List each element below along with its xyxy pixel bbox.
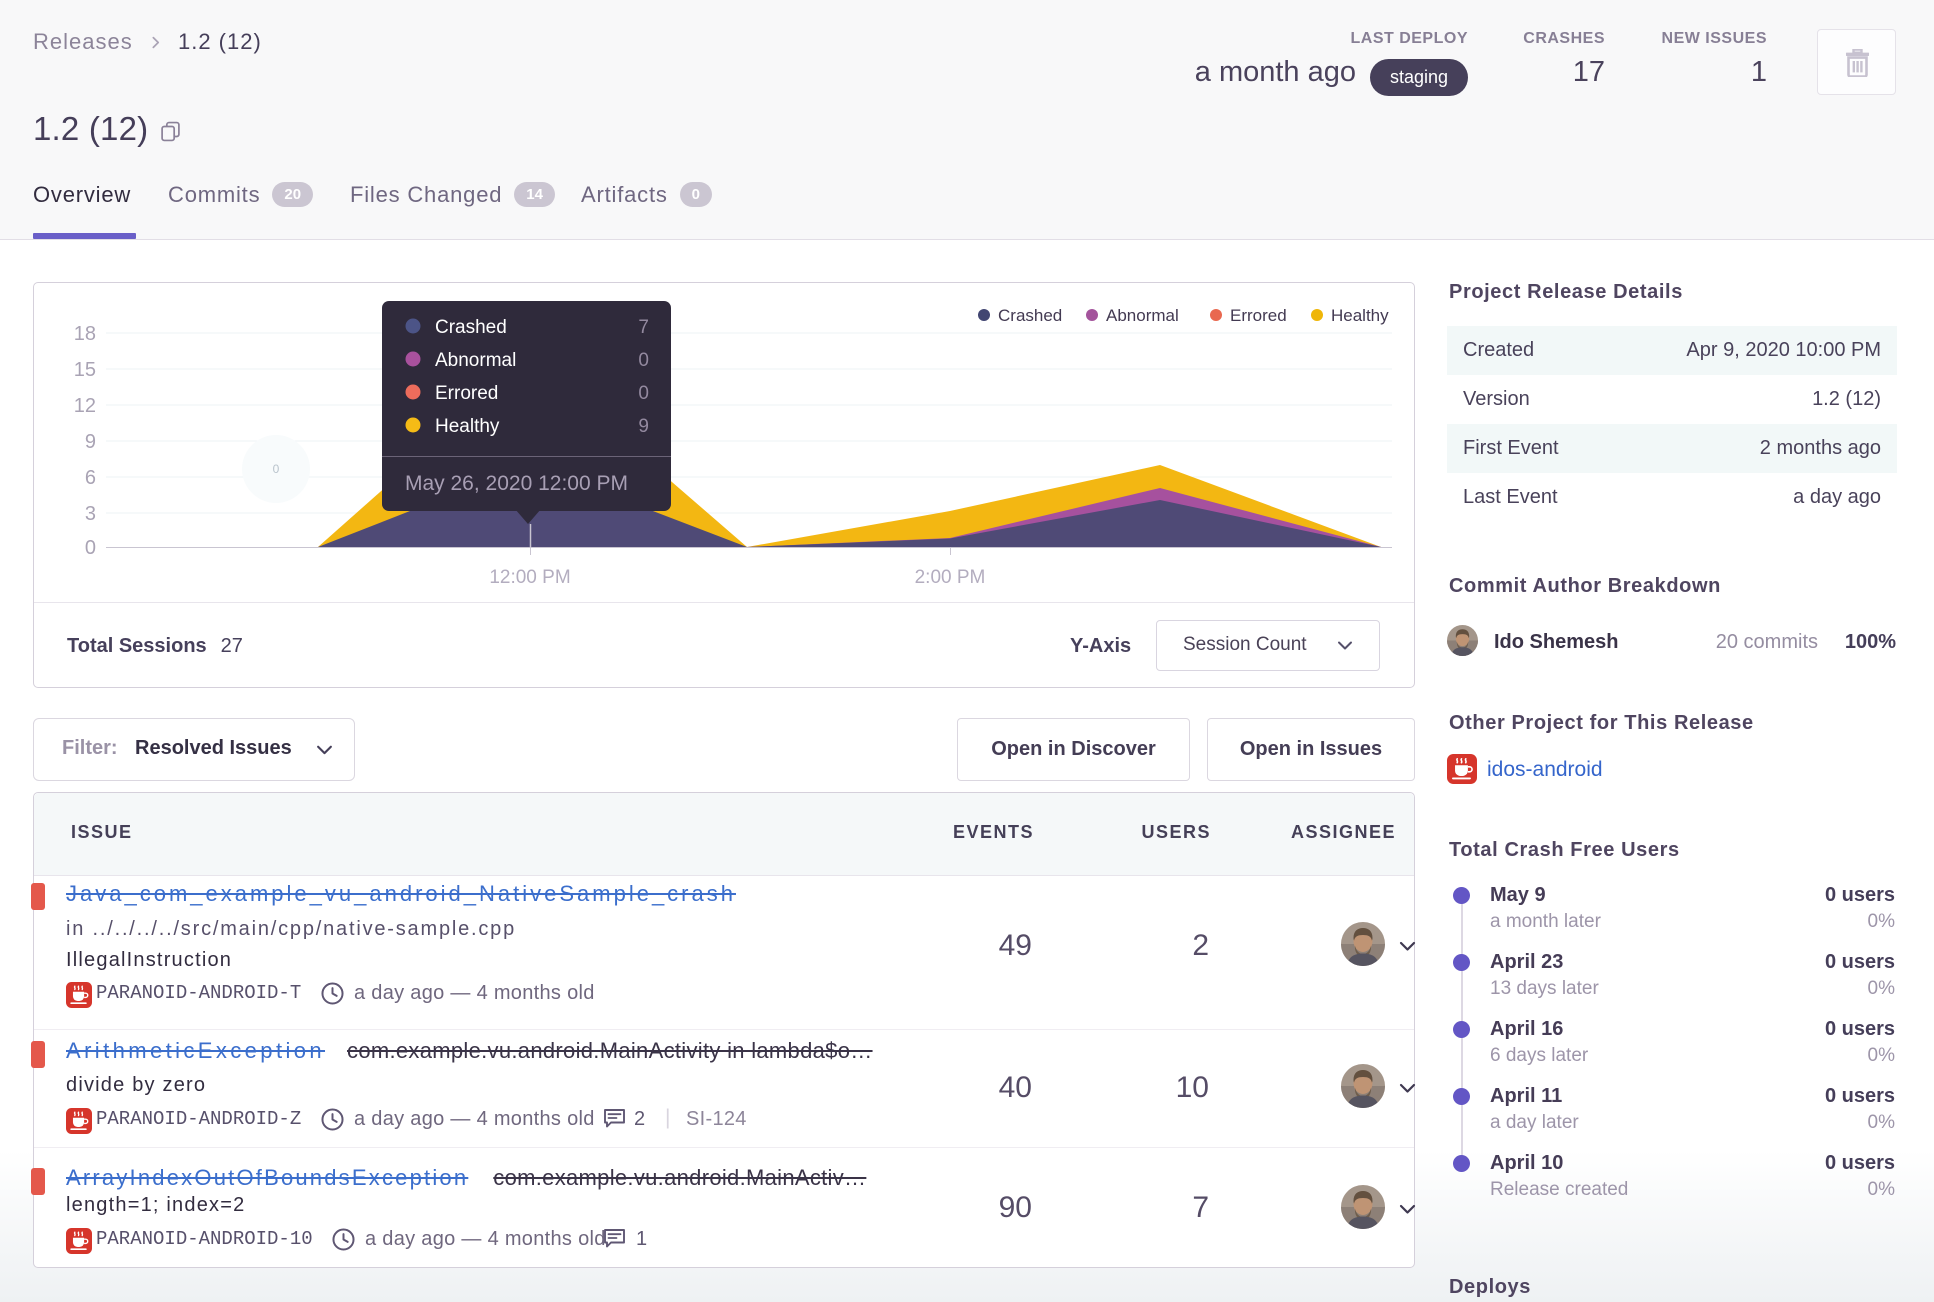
svg-text:12: 12 [74,395,96,417]
svg-text:0: 0 [273,462,280,476]
svg-text:Abnormal: Abnormal [1106,306,1179,325]
svg-text:9: 9 [638,416,649,437]
svg-text:Abnormal: Abnormal [435,350,516,371]
svg-text:12:00 PM: 12:00 PM [489,567,570,588]
svg-text:Healthy: Healthy [435,416,500,437]
svg-text:Crashed: Crashed [435,317,507,338]
svg-text:Errored: Errored [435,383,498,404]
svg-text:May 26, 2020 12:00 PM: May 26, 2020 12:00 PM [405,472,628,495]
svg-text:Errored: Errored [1230,306,1287,325]
svg-text:Crashed: Crashed [998,306,1062,325]
svg-text:0: 0 [638,383,649,404]
svg-text:6: 6 [85,467,96,489]
svg-text:Healthy: Healthy [1331,306,1389,325]
svg-text:15: 15 [74,359,96,381]
svg-text:18: 18 [74,323,96,345]
svg-text:0: 0 [638,350,649,371]
svg-text:0: 0 [85,537,96,559]
svg-text:9: 9 [85,431,96,453]
svg-text:7: 7 [638,317,649,338]
svg-text:2:00 PM: 2:00 PM [915,567,986,588]
svg-text:3: 3 [85,503,96,525]
